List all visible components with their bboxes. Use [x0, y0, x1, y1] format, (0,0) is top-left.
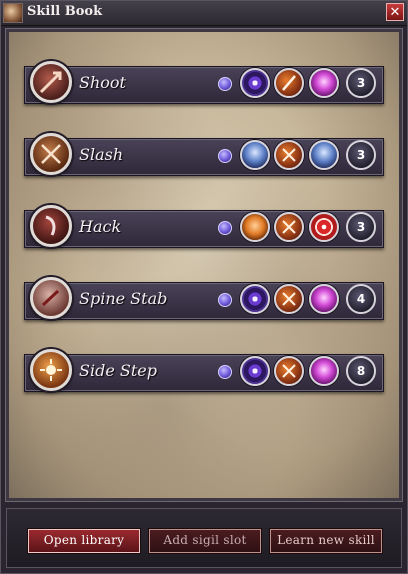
blade-sigil-icon[interactable] [274, 68, 304, 98]
skill-name: Hack [79, 217, 122, 236]
crossed-swords-sigil-icon[interactable] [274, 356, 304, 386]
crossed-swords-sigil-icon[interactable] [274, 140, 304, 170]
close-button[interactable]: ✕ [386, 3, 404, 21]
eye-sigil-icon[interactable] [240, 284, 270, 314]
skill-name: Shoot [79, 73, 126, 92]
learn-new-skill-button[interactable]: Learn new skill [269, 528, 383, 554]
crossed-swords-sigil-icon[interactable] [274, 212, 304, 242]
magenta-figure-sigil-icon[interactable] [309, 284, 339, 314]
skill-toggle-button[interactable] [218, 365, 232, 379]
skill-name: Spine Stab [79, 289, 168, 308]
magenta-figure-sigil-icon[interactable] [309, 68, 339, 98]
app-icon [3, 3, 23, 23]
skill-list-panel: Shoot 3 Slash 3 Hack 3 Spine Stab 4 Side… [5, 28, 403, 502]
skill-count-badge: 3 [346, 212, 376, 242]
skill-name: Side Step [79, 361, 157, 380]
hack-skill-icon[interactable] [30, 205, 72, 247]
open-library-button[interactable]: Open library [27, 528, 141, 554]
skill-toggle-button[interactable] [218, 221, 232, 235]
skill-count-badge: 4 [346, 284, 376, 314]
eye-sigil-icon[interactable] [240, 356, 270, 386]
blue-spirit-sigil-icon[interactable] [240, 140, 270, 170]
title-bar[interactable]: Skill Book ✕ [1, 1, 407, 26]
footer-bar: Open library Add sigil slot Learn new sk… [6, 508, 402, 568]
skill-row-hack: Hack 3 [24, 205, 384, 248]
blue-ghost-sigil-icon[interactable] [309, 140, 339, 170]
skill-row-shoot: Shoot 3 [24, 61, 384, 104]
skill-count-badge: 8 [346, 356, 376, 386]
skill-count-badge: 3 [346, 68, 376, 98]
skill-count-badge: 3 [346, 140, 376, 170]
crossed-swords-sigil-icon[interactable] [274, 284, 304, 314]
skill-row-slash: Slash 3 [24, 133, 384, 176]
orange-figure-sigil-icon[interactable] [240, 212, 270, 242]
magenta-figure-sigil-icon[interactable] [309, 356, 339, 386]
add-sigil-slot-button[interactable]: Add sigil slot [148, 528, 262, 554]
skill-toggle-button[interactable] [218, 149, 232, 163]
eye-sigil-icon[interactable] [240, 68, 270, 98]
skill-row-spine-stab: Spine Stab 4 [24, 277, 384, 320]
window-title: Skill Book [27, 4, 103, 19]
spine-stab-skill-icon[interactable] [30, 277, 72, 319]
shoot-skill-icon[interactable] [30, 61, 72, 103]
skill-toggle-button[interactable] [218, 77, 232, 91]
side-step-skill-icon[interactable] [30, 349, 72, 391]
skill-name: Slash [79, 145, 124, 164]
skill-book-window: Skill Book ✕ Shoot 3 Slash 3 Hack 3 Spin… [0, 0, 408, 574]
skill-toggle-button[interactable] [218, 293, 232, 307]
skill-row-side-step: Side Step 8 [24, 349, 384, 392]
slash-skill-icon[interactable] [30, 133, 72, 175]
red-ring-sigil-icon[interactable] [309, 212, 339, 242]
